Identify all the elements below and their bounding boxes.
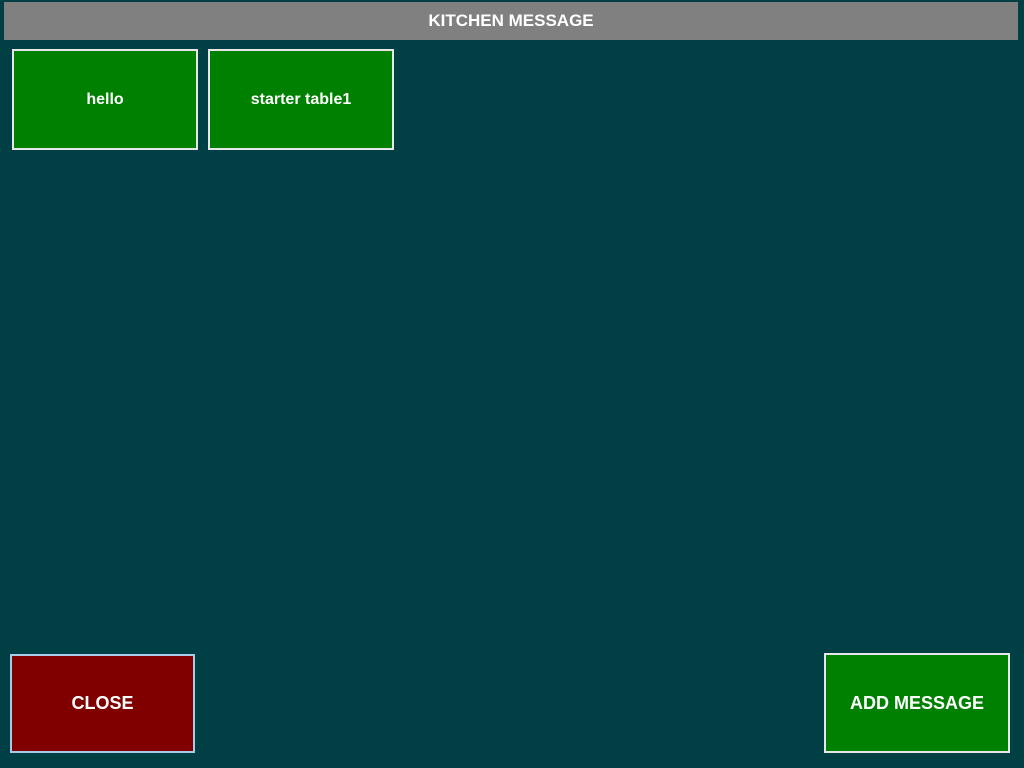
page-title: KITCHEN MESSAGE (428, 11, 594, 30)
close-button-label: CLOSE (71, 693, 134, 713)
message-label: starter table1 (250, 90, 352, 108)
message-button-starter-table1[interactable]: starter table1 (208, 49, 394, 150)
add-message-button[interactable]: ADD MESSAGE (824, 653, 1010, 753)
title-bar: KITCHEN MESSAGE (4, 2, 1018, 40)
message-button-hello[interactable]: hello (12, 49, 198, 150)
message-label: hello (86, 90, 124, 108)
close-button[interactable]: CLOSE (10, 654, 195, 753)
add-message-button-label: ADD MESSAGE (849, 692, 984, 713)
